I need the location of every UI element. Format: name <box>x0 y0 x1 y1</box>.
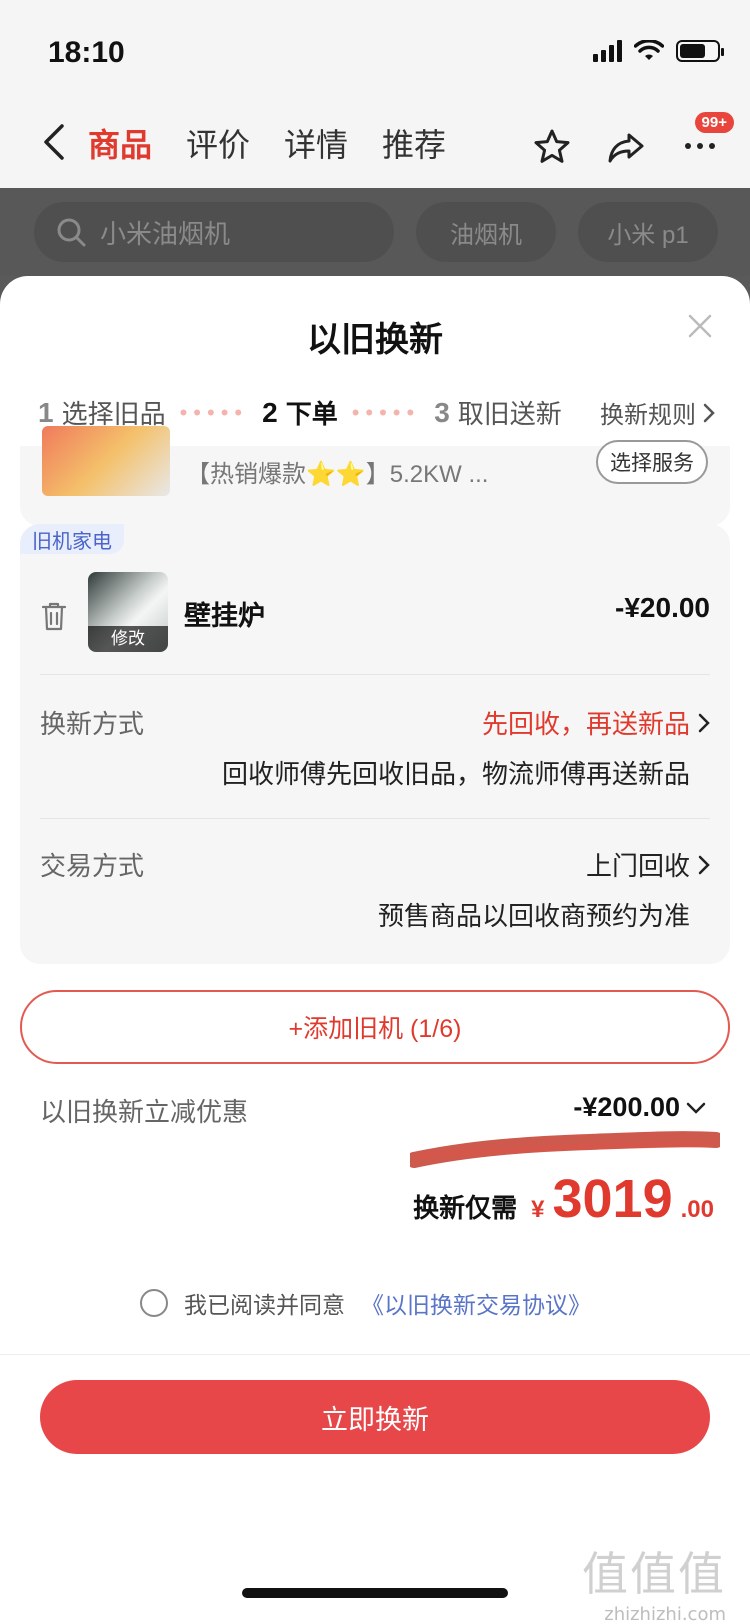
step-number: 1 <box>38 396 54 428</box>
search-strip: 小米油烟机 油烟机 小米 p1 <box>0 188 750 276</box>
share-icon[interactable] <box>606 127 646 167</box>
add-old-item-button[interactable]: +添加旧机 (1/6) <box>20 990 730 1064</box>
tab-bar: 商品 评价 详情 推荐 <box>88 120 446 166</box>
signal-icon <box>593 40 622 62</box>
trade-in-sheet: 以旧换新 1 选择旧品 ••••• 2 下单 ••••• 3 取旧送新 换新规则… <box>0 276 750 1624</box>
agreement-row: 我已阅读并同意 《以旧换新交易协议》 <box>140 1286 591 1320</box>
star-icon[interactable] <box>532 127 572 167</box>
notification-badge: 99+ <box>694 112 734 133</box>
home-indicator <box>242 1588 508 1598</box>
chevron-right-icon <box>698 713 710 732</box>
divider <box>40 818 710 819</box>
exchange-method-note: 回收师傅先回收旧品，物流师傅再送新品 <box>221 759 690 789</box>
nav-header: 商品 评价 详情 推荐 99+ <box>0 100 750 188</box>
edit-label[interactable]: 修改 <box>88 626 168 652</box>
search-chip[interactable]: 小米 p1 <box>578 202 718 262</box>
step-number: 3 <box>434 396 450 428</box>
more-menu[interactable]: 99+ <box>680 112 734 169</box>
total-price: 换新仅需 ¥ 3019 .00 <box>413 1168 714 1230</box>
exchange-method-value[interactable]: 先回收，再送新品 <box>482 704 710 741</box>
step-2: 2 下单 <box>262 394 338 431</box>
trade-method-value[interactable]: 上门回收 <box>586 846 710 883</box>
redaction-scribble <box>410 1131 720 1168</box>
search-chip[interactable]: 油烟机 <box>416 202 556 262</box>
old-item-price: -¥20.00 <box>615 592 710 623</box>
discount-label: 以旧换新立减优惠 <box>40 1097 249 1127</box>
old-item-name: 壁挂炉 <box>184 601 265 631</box>
total-integer: 3019 <box>552 1169 673 1229</box>
search-box[interactable]: 小米油烟机 <box>34 202 394 262</box>
search-icon <box>57 218 86 247</box>
trade-method-label: 交易方式 <box>40 851 145 881</box>
agreement-link[interactable]: 《以旧换新交易协议》 <box>361 1286 591 1320</box>
tab-goods[interactable]: 商品 <box>88 120 152 166</box>
divider <box>0 1354 750 1355</box>
tab-reviews[interactable]: 评价 <box>186 120 250 166</box>
chevron-down-icon <box>686 1102 706 1114</box>
tab-details[interactable]: 详情 <box>284 120 348 166</box>
divider <box>40 674 710 675</box>
discount-value: -¥200.00 <box>573 1092 680 1122</box>
step-label: 下单 <box>285 399 338 429</box>
battery-icon <box>676 40 724 62</box>
product-name: 【热销爆款⭐⭐】5.2KW ... <box>186 461 489 488</box>
rules-label: 换新规则 <box>600 402 696 429</box>
step-dots: ••••• <box>351 399 421 425</box>
old-appliance-tag: 旧机家电 <box>20 524 124 554</box>
sheet-title: 以旧换新 <box>307 321 443 359</box>
chevron-left-icon[interactable] <box>36 120 76 164</box>
chevron-right-icon <box>703 403 715 422</box>
old-item-image[interactable]: 修改 <box>88 572 168 652</box>
search-placeholder: 小米油烟机 <box>100 218 231 249</box>
total-currency: ¥ <box>531 1196 545 1223</box>
status-time: 18:10 <box>48 36 125 69</box>
product-image <box>42 426 170 496</box>
old-appliance-card: 旧机家电 修改 壁挂炉 -¥20.00 换新方式 先回收，再送新品 回收师傅先回… <box>20 524 730 964</box>
new-product-row: 【热销爆款⭐⭐】5.2KW ... 选择服务 <box>20 426 730 526</box>
trade-method-note: 预售商品以回收商预约为准 <box>377 901 690 931</box>
exchange-now-button[interactable]: 立即换新 <box>40 1380 710 1454</box>
header-actions: 99+ <box>532 112 734 169</box>
trade-method-text: 上门回收 <box>585 851 690 881</box>
step-number: 2 <box>262 396 278 428</box>
discount-toggle[interactable]: -¥200.00 <box>573 1092 706 1123</box>
watermark-text: zhizhizhi.com <box>604 1604 726 1624</box>
step-dots: ••••• <box>179 399 249 425</box>
exchange-method-text: 先回收，再送新品 <box>481 709 690 739</box>
tab-recommend[interactable]: 推荐 <box>382 120 446 166</box>
close-icon[interactable] <box>686 312 714 340</box>
chevron-right-icon <box>698 855 710 874</box>
status-bar: 18:10 <box>0 0 750 100</box>
total-label: 换新仅需 <box>413 1193 518 1223</box>
watermark-logo: 值值值 <box>582 1547 726 1601</box>
wifi-icon <box>634 40 664 60</box>
agree-text: 我已阅读并同意 <box>184 1292 345 1318</box>
step-3: 3 取旧送新 <box>434 394 562 431</box>
trash-icon[interactable] <box>40 600 68 632</box>
watermark: 值值值 zhizhizhi.com <box>582 1538 726 1624</box>
exchange-method-label: 换新方式 <box>40 709 145 739</box>
select-service-button[interactable]: 选择服务 <box>596 440 708 484</box>
rules-link[interactable]: 换新规则 <box>600 395 716 430</box>
total-decimal: .00 <box>680 1196 714 1223</box>
step-label: 取旧送新 <box>457 399 562 429</box>
agree-checkbox[interactable] <box>140 1289 168 1317</box>
status-icons <box>593 40 724 62</box>
